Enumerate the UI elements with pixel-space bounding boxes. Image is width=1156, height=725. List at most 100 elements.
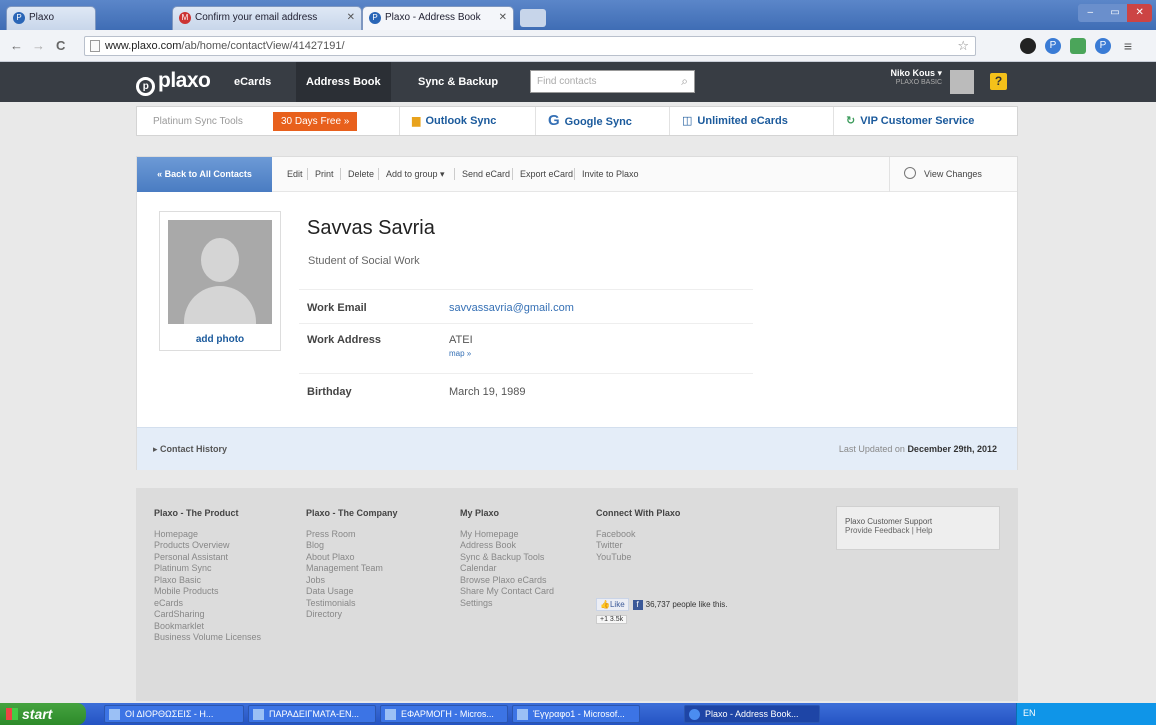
back-to-all-contacts-button[interactable]: « Back to All Contacts bbox=[137, 157, 272, 192]
plaxo-extension-icon[interactable]: P bbox=[1045, 38, 1061, 54]
unlimited-ecards-link[interactable]: ◫ Unlimited eCards bbox=[669, 107, 833, 135]
plaxo-favicon-icon: P bbox=[369, 12, 381, 24]
window-controls: – ▭ ✕ bbox=[1078, 4, 1153, 22]
extension-icons: P P ≡ bbox=[1020, 38, 1136, 54]
export-ecard-link[interactable]: Export eCard bbox=[520, 169, 573, 179]
browser-tab-gmail[interactable]: M Confirm your email address ✕ bbox=[172, 6, 362, 30]
footer-link[interactable]: Products Overview bbox=[154, 540, 261, 552]
logo-text: plaxo bbox=[158, 69, 211, 92]
support-links[interactable]: Provide Feedback | Help bbox=[845, 526, 991, 535]
word-icon bbox=[517, 709, 528, 720]
close-window-icon[interactable]: ✕ bbox=[1127, 4, 1153, 22]
plaxo-extension-icon-2[interactable]: P bbox=[1095, 38, 1111, 54]
footer-link[interactable]: Platinum Sync bbox=[154, 563, 261, 575]
footer-link[interactable]: Management Team bbox=[306, 563, 398, 575]
page-icon bbox=[90, 40, 100, 52]
taskbar-item-active[interactable]: Plaxo - Address Book... bbox=[684, 705, 820, 723]
send-ecard-link[interactable]: Send eCard bbox=[462, 169, 510, 179]
taskbar-item[interactable]: ΠΑΡΑΔΕΙΓΜΑΤΑ-ΕΝ... bbox=[248, 705, 376, 723]
avatar[interactable] bbox=[950, 70, 974, 94]
google-plus-button[interactable]: +1 3.5k bbox=[596, 615, 628, 624]
footer-link[interactable]: CardSharing bbox=[154, 609, 261, 621]
footer-link[interactable]: Twitter bbox=[596, 540, 680, 552]
footer-link[interactable]: Personal Assistant bbox=[154, 552, 261, 564]
new-tab-button[interactable] bbox=[520, 9, 546, 27]
contact-history-toggle[interactable]: ▸ Contact History bbox=[153, 444, 227, 455]
footer-heading: Connect With Plaxo bbox=[596, 508, 681, 518]
maximize-icon[interactable]: ▭ bbox=[1103, 4, 1128, 22]
work-email-value[interactable]: savvassavria@gmail.com bbox=[449, 302, 574, 314]
delete-link[interactable]: Delete bbox=[348, 169, 374, 179]
language-indicator[interactable]: EN bbox=[1023, 708, 1036, 718]
nav-address-book[interactable]: Address Book bbox=[296, 62, 391, 102]
extension-green-icon[interactable] bbox=[1070, 38, 1086, 54]
extension-circle-icon[interactable] bbox=[1020, 38, 1036, 54]
minimize-icon[interactable]: – bbox=[1078, 4, 1103, 22]
map-link[interactable]: map » bbox=[449, 349, 471, 358]
view-changes-button[interactable]: View Changes bbox=[889, 157, 1017, 192]
nav-sync-backup[interactable]: Sync & Backup bbox=[418, 76, 498, 88]
facebook-like-button[interactable]: 👍Like bbox=[596, 598, 629, 611]
footer-link[interactable]: Facebook bbox=[596, 529, 680, 541]
site-footer: Plaxo - The Product Homepage Products Ov… bbox=[136, 488, 1018, 701]
nav-ecards[interactable]: eCards bbox=[234, 76, 271, 88]
divider bbox=[512, 168, 513, 180]
windows-logo-icon bbox=[6, 708, 18, 720]
invite-to-plaxo-link[interactable]: Invite to Plaxo bbox=[582, 169, 639, 179]
ecards-icon: ◫ bbox=[682, 115, 693, 127]
footer-link[interactable]: Calendar bbox=[460, 563, 554, 575]
add-to-group-dropdown[interactable]: Add to group ▾ bbox=[386, 169, 445, 180]
footer-link[interactable]: Bookmarklet bbox=[154, 621, 261, 633]
tab-label: Plaxo - Address Book bbox=[385, 12, 481, 23]
footer-link[interactable]: Jobs bbox=[306, 575, 398, 587]
field-row-work-email: Work Email savvassavria@gmail.com bbox=[299, 289, 753, 323]
url-path: /ab/home/contactView/41427191/ bbox=[181, 40, 345, 52]
taskbar-item[interactable]: ΕΦΑΡΜΟΓΗ - Micros... bbox=[380, 705, 508, 723]
menu-icon[interactable]: ≡ bbox=[1120, 38, 1136, 54]
footer-link[interactable]: Homepage bbox=[154, 529, 261, 541]
bookmark-star-icon[interactable]: ☆ bbox=[957, 37, 969, 55]
browser-tab-plaxo[interactable]: P Plaxo bbox=[6, 6, 96, 30]
forward-arrow-icon[interactable]: → bbox=[32, 38, 45, 53]
search-input[interactable]: Find contacts ⌕ bbox=[530, 70, 695, 93]
search-icon[interactable]: ⌕ bbox=[681, 71, 688, 92]
footer-link[interactable]: Business Volume Licenses bbox=[154, 632, 261, 644]
taskbar-item[interactable]: Έγγραφο1 - Microsof... bbox=[512, 705, 640, 723]
footer-link[interactable]: YouTube bbox=[596, 552, 680, 564]
user-menu[interactable]: Niko Kous ▾ PLAXO BASIC bbox=[872, 68, 942, 86]
vip-customer-service-link[interactable]: ↻ VIP Customer Service bbox=[833, 107, 1019, 135]
url-bar[interactable]: www.plaxo.com/ab/home/contactView/414271… bbox=[84, 36, 976, 56]
footer-link[interactable]: Testimonials bbox=[306, 598, 398, 610]
plaxo-logo[interactable]: p plaxo bbox=[136, 69, 211, 96]
footer-link[interactable]: Browse Plaxo eCards bbox=[460, 575, 554, 587]
footer-link[interactable]: My Homepage bbox=[460, 529, 554, 541]
search-placeholder: Find contacts bbox=[537, 76, 597, 87]
footer-link[interactable]: Press Room bbox=[306, 529, 398, 541]
footer-link[interactable]: Address Book bbox=[460, 540, 554, 552]
back-arrow-icon[interactable]: ← bbox=[10, 38, 23, 53]
days-free-button[interactable]: 30 Days Free » bbox=[273, 112, 358, 131]
edit-link[interactable]: Edit bbox=[287, 169, 303, 179]
browser-tab-address-book[interactable]: P Plaxo - Address Book ✕ bbox=[362, 6, 514, 30]
footer-link[interactable]: Directory bbox=[306, 609, 398, 621]
add-photo-link[interactable]: add photo bbox=[160, 334, 280, 345]
reload-icon[interactable]: C bbox=[56, 38, 65, 53]
footer-link[interactable]: Data Usage bbox=[306, 586, 398, 598]
google-sync-link[interactable]: G Google Sync bbox=[535, 107, 669, 135]
footer-link[interactable]: Plaxo Basic bbox=[154, 575, 261, 587]
footer-link[interactable]: Blog bbox=[306, 540, 398, 552]
help-icon[interactable]: ? bbox=[990, 73, 1007, 90]
footer-link[interactable]: Sync & Backup Tools bbox=[460, 552, 554, 564]
footer-link[interactable]: eCards bbox=[154, 598, 261, 610]
close-icon[interactable]: ✕ bbox=[499, 7, 507, 29]
footer-link[interactable]: Mobile Products bbox=[154, 586, 261, 598]
tab-label: Confirm your email address bbox=[195, 12, 318, 23]
footer-link[interactable]: Share My Contact Card bbox=[460, 586, 554, 598]
footer-link[interactable]: About Plaxo bbox=[306, 552, 398, 564]
start-button[interactable]: start bbox=[0, 703, 86, 725]
footer-link[interactable]: Settings bbox=[460, 598, 554, 610]
taskbar-item[interactable]: ΟΙ ΔΙΟΡΘΩΣΕΙΣ - Η... bbox=[104, 705, 244, 723]
close-icon[interactable]: ✕ bbox=[347, 7, 355, 29]
outlook-sync-link[interactable]: ▆ Outlook Sync bbox=[399, 107, 535, 135]
print-link[interactable]: Print bbox=[315, 169, 334, 179]
